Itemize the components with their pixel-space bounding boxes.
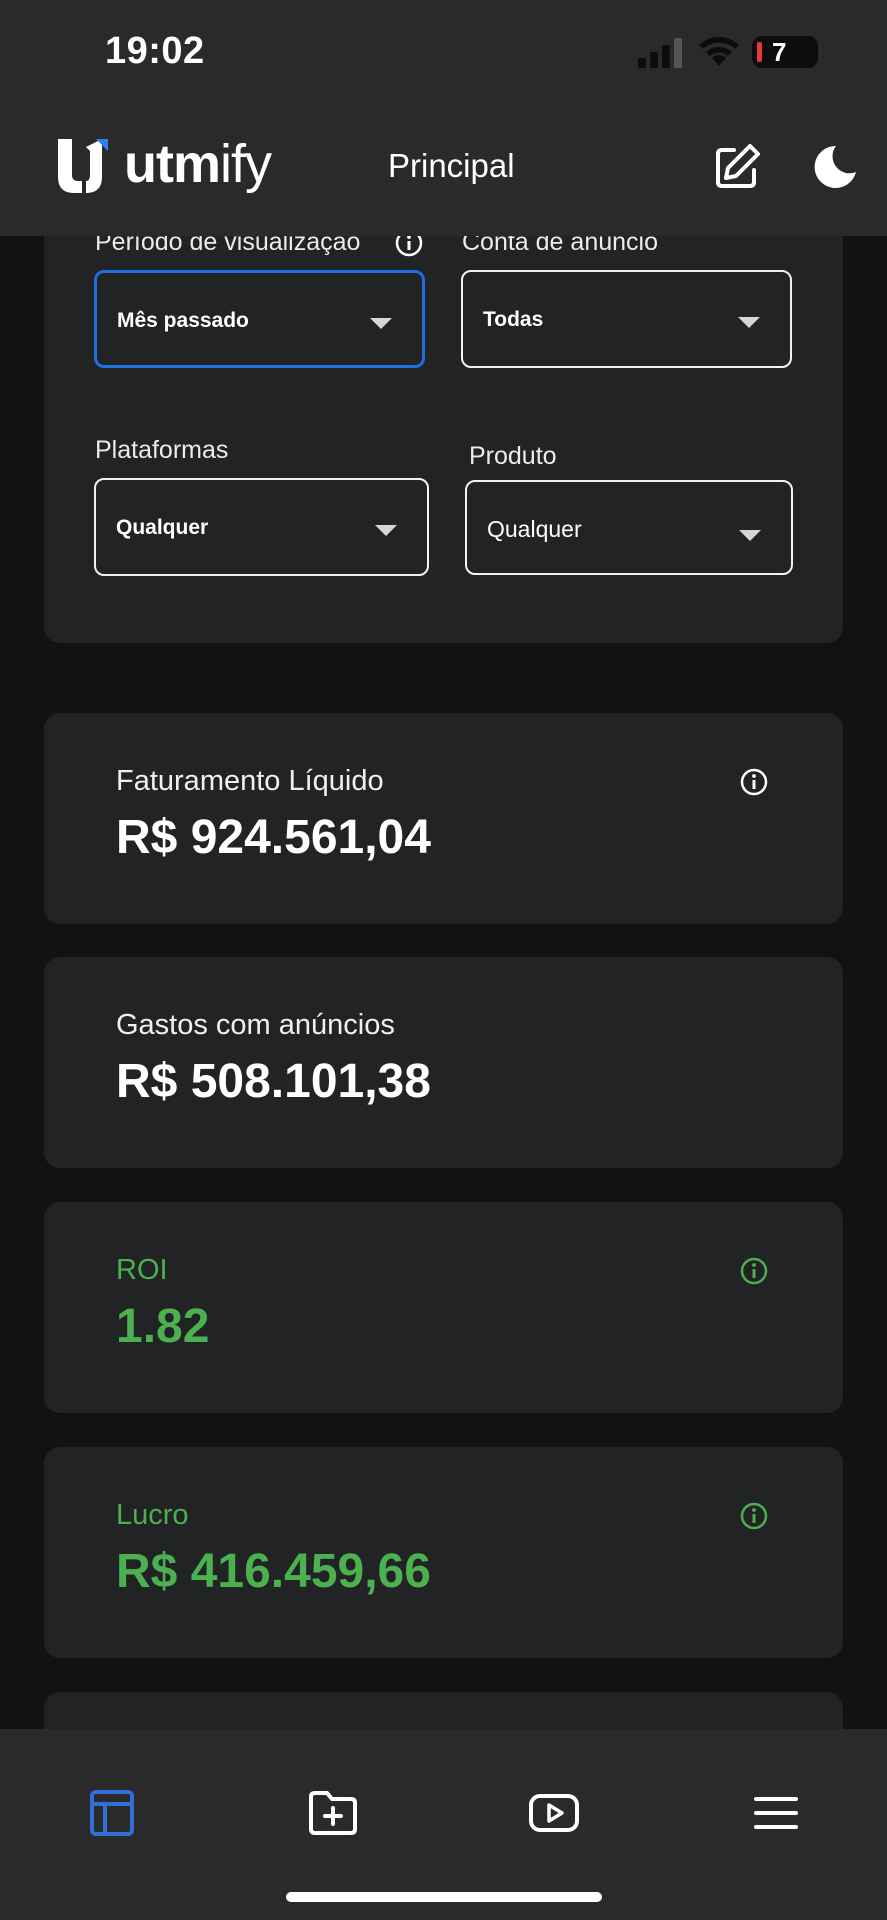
chevron-down-icon [370,318,392,329]
metric-value: R$ 416.459,66 [116,1545,431,1598]
edit-icon[interactable] [712,142,762,192]
chevron-down-icon [738,317,760,328]
metric-value: R$ 508.101,38 [116,1055,431,1108]
metric-value: R$ 924.561,04 [116,811,431,864]
brand-name-light: ify [219,134,272,194]
video-play-icon[interactable] [528,1789,580,1837]
info-icon[interactable] [739,767,769,797]
product-label: Produto [469,442,557,470]
dashboard-icon[interactable] [86,1789,138,1837]
platforms-label: Plataformas [95,436,229,464]
info-icon[interactable] [739,1501,769,1531]
battery-tip [819,47,823,57]
battery-level [757,42,762,62]
cellular-signal-icon [638,38,682,68]
ad-account-select-value: Todas [483,308,544,331]
metric-label: ROI [116,1254,168,1286]
platforms-select-value: Qualquer [116,516,209,539]
metric-value: 1.82 [116,1300,210,1353]
product-select-value: Qualquer [487,516,582,542]
status-time: 19:02 [105,30,205,72]
folder-add-icon[interactable] [307,1789,359,1837]
brand-name-bold: utm [124,134,221,194]
menu-icon[interactable] [750,1789,802,1837]
app-header: 19:02 7 utmify Principal [0,0,887,236]
period-select[interactable]: Mês passado [94,270,425,368]
metric-card-ad-spend: Gastos com anúncios R$ 508.101,38 [44,957,843,1168]
metric-card-profit: Lucro R$ 416.459,66 [44,1447,843,1658]
wifi-icon [699,37,739,66]
page-title: Principal [388,147,515,184]
home-indicator[interactable] [286,1892,602,1902]
metric-card-net-revenue: Faturamento Líquido R$ 924.561,04 [44,713,843,924]
ad-account-select[interactable]: Todas [461,270,792,368]
app-screen: 19:02 7 utmify Principal Período de visu… [0,0,887,1920]
brand-name: utmify [124,133,272,195]
metric-card-roi: ROI 1.82 [44,1202,843,1413]
metric-label: Gastos com anúncios [116,1009,395,1041]
battery-indicator: 7 [752,36,823,68]
filters-panel: Período de visualização Conta de anúncio… [44,170,843,643]
metric-label: Faturamento Líquido [116,765,384,797]
utmify-logo-icon [58,139,108,193]
info-icon[interactable] [739,1256,769,1286]
period-select-value: Mês passado [117,309,249,332]
metric-label: Lucro [116,1499,189,1531]
product-select[interactable]: Qualquer [465,480,793,575]
platforms-select[interactable]: Qualquer [94,478,429,576]
chevron-down-icon [739,530,761,541]
battery-percentage: 7 [772,37,787,67]
chevron-down-icon [375,525,397,536]
moon-icon[interactable] [812,144,858,190]
